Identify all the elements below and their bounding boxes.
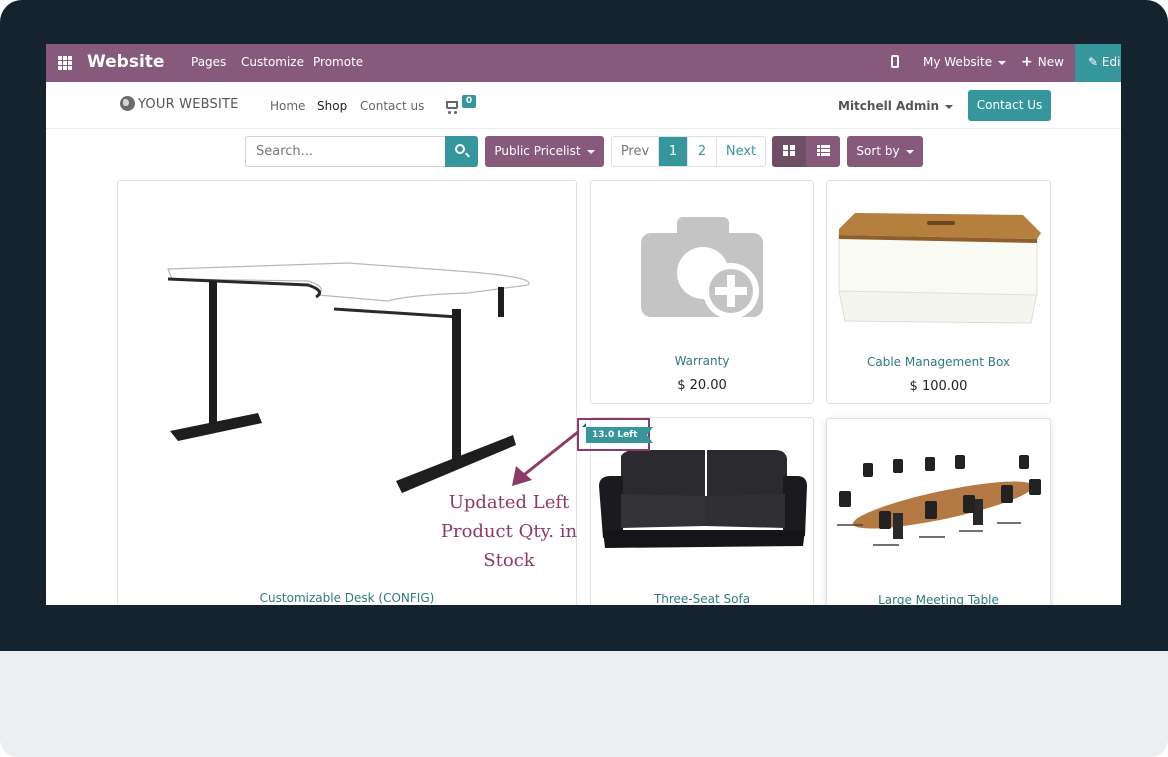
chevron-down-icon — [998, 60, 1007, 65]
pricelist-label: Public Pricelist — [494, 144, 581, 158]
annotation-line: Stock — [483, 550, 535, 571]
pencil-icon: ✎ — [1088, 55, 1102, 69]
product-name[interactable]: Large Meeting Table — [827, 593, 1050, 605]
product-name[interactable]: Customizable Desk (CONFIG) — [118, 591, 576, 605]
apps-menu-icon[interactable] — [58, 56, 72, 70]
device-stand — [0, 651, 1168, 757]
pager-page-1[interactable]: 1 — [659, 137, 688, 166]
annotation-line: Product Qty. in — [440, 521, 578, 542]
chevron-down-icon — [905, 149, 914, 154]
product-name[interactable]: Cable Management Box — [827, 355, 1050, 369]
meeting-table-image — [837, 455, 1041, 546]
sort-by-label: Sort by — [856, 144, 900, 158]
annotation-text: Updated Left Product Qty. in Stock — [434, 488, 584, 575]
chevron-down-icon — [945, 104, 954, 109]
product-name[interactable]: Three-Seat Sofa — [591, 592, 813, 605]
plus-icon: + — [1021, 54, 1033, 70]
search-input[interactable]: Search... — [245, 136, 445, 167]
pagination: Prev 1 2 Next — [611, 136, 766, 167]
search-button[interactable] — [445, 136, 478, 167]
cart-count-badge: 0 — [462, 95, 476, 108]
product-card-large-meeting-table[interactable]: Large Meeting Table — [826, 418, 1051, 605]
site-logo[interactable]: YOUR WEBSITE — [120, 96, 239, 112]
menu-customize[interactable]: Customize — [241, 55, 304, 69]
list-icon — [817, 145, 830, 157]
product-price: $ 20.00 — [677, 378, 727, 393]
grid-icon — [783, 145, 796, 157]
nav-home[interactable]: Home — [270, 99, 305, 113]
user-menu[interactable]: Mitchell Admin — [838, 99, 954, 113]
cart-icon — [446, 101, 458, 114]
product-price: $ 100.00 — [909, 379, 968, 394]
annotation-arrow-icon — [512, 430, 579, 486]
website-selector-label: My Website — [923, 55, 993, 69]
menu-pages[interactable]: Pages — [191, 55, 226, 69]
list-view-button[interactable] — [806, 136, 840, 167]
camera-plus-icon — [641, 217, 763, 319]
nav-contact-us[interactable]: Contact us — [360, 99, 424, 113]
globe-icon — [120, 96, 135, 111]
annotation-line: Updated Left — [448, 492, 570, 513]
new-button-label: New — [1037, 55, 1064, 69]
product-card-cable-management-box[interactable]: Cable Management Box $ 100.00 — [826, 180, 1051, 404]
admin-top-bar: Website Pages Customize Promote My Websi… — [46, 44, 1121, 82]
sofa-image — [599, 450, 807, 548]
pager-page-2[interactable]: 2 — [688, 137, 717, 166]
nav-shop[interactable]: Shop — [317, 99, 347, 113]
edit-button-label: Edi — [1101, 55, 1121, 69]
cable-box-image — [838, 213, 1041, 324]
app-name: Website — [87, 52, 165, 72]
menu-promote[interactable]: Promote — [313, 55, 363, 69]
browser-screen: Website Pages Customize Promote My Websi… — [46, 44, 1121, 605]
search-icon — [455, 144, 465, 154]
grid-view-button[interactable] — [772, 136, 806, 167]
mobile-preview-icon[interactable] — [891, 55, 899, 68]
pager-next[interactable]: Next — [717, 137, 765, 166]
product-name[interactable]: Warranty — [591, 354, 813, 368]
product-card-warranty[interactable]: Warranty $ 20.00 — [590, 180, 814, 404]
stock-left-badge: 13.0 Left — [581, 423, 654, 443]
site-header: YOUR WEBSITE Home Shop Contact us 0 Mitc… — [46, 82, 1121, 129]
sort-by-dropdown[interactable]: Sort by — [847, 136, 923, 167]
pricelist-dropdown[interactable]: Public Pricelist — [485, 136, 604, 167]
user-name: Mitchell Admin — [838, 99, 940, 113]
edit-button[interactable]: ✎ Edi — [1075, 44, 1121, 82]
pager-prev[interactable]: Prev — [612, 137, 659, 166]
logo-text: YOUR WEBSITE — [138, 97, 239, 112]
desk-image — [167, 262, 530, 493]
contact-us-button[interactable]: Contact Us — [968, 90, 1051, 121]
new-button[interactable]: + New — [1021, 54, 1064, 70]
chevron-down-icon — [586, 149, 595, 154]
website-selector[interactable]: My Website — [923, 55, 1007, 69]
